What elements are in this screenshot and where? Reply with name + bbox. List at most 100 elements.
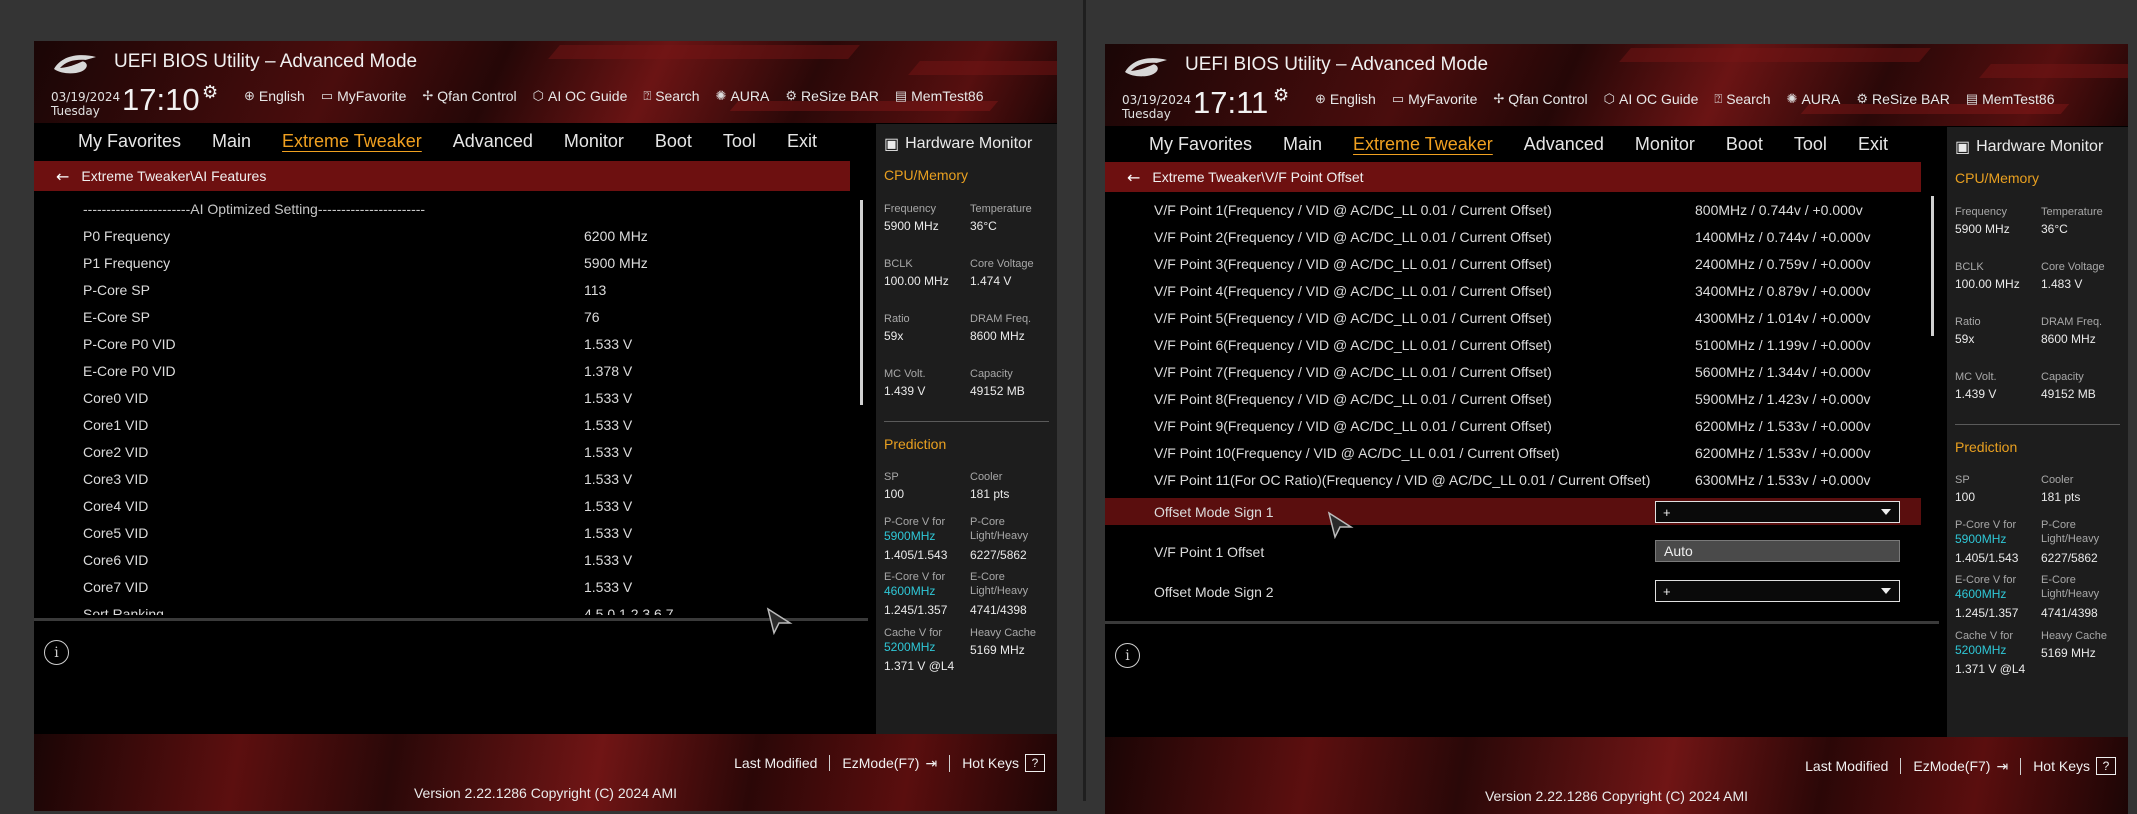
menu-advanced[interactable]: Advanced (453, 131, 533, 152)
gear-icon[interactable]: ⚙ (202, 82, 218, 103)
tool-memtest[interactable]: ▤ MemTest86 (895, 88, 984, 104)
last-modified-button[interactable]: Last Modified (1793, 758, 1902, 774)
vf-point-1-offset-input[interactable]: Auto (1655, 540, 1900, 562)
list-item[interactable]: Core4 VID 1.533 V (34, 492, 850, 519)
menu-extreme-tweaker[interactable]: Extreme Tweaker (1353, 134, 1493, 155)
tool-memtest[interactable]: ▤ MemTest86 (1966, 91, 2055, 107)
tool-myfavorite[interactable]: ▭ MyFavorite (321, 88, 407, 104)
back-arrow-icon[interactable]: ← (56, 167, 69, 186)
settings-list: -----------------------AI Optimized Sett… (34, 195, 850, 616)
list-item[interactable]: P-Core SP 113 (34, 276, 850, 303)
bios-screen-right: UEFI BIOS Utility – Advanced Mode 03/19/… (1105, 44, 2128, 814)
date-display: 03/19/2024 Tuesday (51, 90, 121, 118)
list-item[interactable]: V/F Point 8(Frequency / VID @ AC/DC_LL 0… (1105, 385, 1921, 412)
hardware-monitor-title: ▣ Hardware Monitor (1955, 138, 2104, 156)
footer: Last Modified EzMode(F7) ⇥ Hot Keys? Vers… (1105, 737, 2128, 814)
info-icon: i (1115, 643, 1140, 668)
list-item[interactable]: V/F Point 2(Frequency / VID @ AC/DC_LL 0… (1105, 223, 1921, 250)
list-item[interactable]: V/F Point 9(Frequency / VID @ AC/DC_LL 0… (1105, 412, 1921, 439)
menu-extreme-tweaker[interactable]: Extreme Tweaker (282, 131, 422, 152)
menu-main[interactable]: Main (212, 131, 251, 152)
tool-search[interactable]: ⍰ Search (643, 88, 699, 104)
list-item[interactable]: P0 Frequency 6200 MHz (34, 222, 850, 249)
menu-tool[interactable]: Tool (723, 131, 756, 152)
gear-icon[interactable]: ⚙ (1273, 85, 1289, 106)
menu-my-favorites[interactable]: My Favorites (78, 131, 181, 152)
menu-advanced[interactable]: Advanced (1524, 134, 1604, 155)
list-item[interactable]: P-Core P0 VID 1.533 V (34, 330, 850, 357)
list-item[interactable]: V/F Point 10(Frequency / VID @ AC/DC_LL … (1105, 439, 1921, 466)
list-item[interactable]: Sort Ranking 4 5 0 1 2 3 6 7 (34, 600, 850, 616)
globe-icon: ⊕ (244, 88, 255, 103)
list-item[interactable]: V/F Point 7(Frequency / VID @ AC/DC_LL 0… (1105, 358, 1921, 385)
date-display: 03/19/2024 Tuesday (1122, 93, 1192, 121)
tool-ai-oc-guide[interactable]: ⬡ AI OC Guide (533, 88, 628, 104)
hotkeys-button[interactable]: Hot Keys? (950, 754, 1045, 772)
offset-mode-sign-2-dropdown[interactable]: + (1655, 580, 1900, 602)
tool-english[interactable]: ⊕ English (244, 88, 305, 104)
exit-arrow-icon: ⇥ (925, 754, 938, 771)
cpu-memory-section: CPU/Memory (884, 167, 969, 183)
screenshot-divider (1083, 0, 1086, 801)
list-item[interactable]: P1 Frequency 5900 MHz (34, 249, 850, 276)
menu-exit[interactable]: Exit (787, 131, 817, 152)
list-item[interactable]: Core0 VID 1.533 V (34, 384, 850, 411)
breadcrumb: ← Extreme Tweaker\AI Features (34, 161, 850, 191)
tool-english[interactable]: ⊕ English (1315, 91, 1376, 107)
menu-boot[interactable]: Boot (1726, 134, 1763, 155)
tool-resize-bar[interactable]: ⚙ ReSize BAR (1856, 91, 1949, 107)
list-item[interactable]: Core2 VID 1.533 V (34, 438, 850, 465)
last-modified-button[interactable]: Last Modified (722, 755, 831, 771)
tool-search[interactable]: ⍰ Search (1714, 91, 1770, 107)
tool-aura[interactable]: ✺ AURA (716, 88, 770, 104)
hardware-monitor: ▣ Hardware Monitor CPU/Memory Frequency 5… (1947, 127, 2128, 737)
footer: Last Modified EzMode(F7) ⇥ Hot Keys? Vers… (34, 734, 1057, 811)
scrollbar[interactable] (1931, 196, 1934, 336)
list-item[interactable]: E-Core P0 VID 1.378 V (34, 357, 850, 384)
tool-ai-oc-guide[interactable]: ⬡ AI OC Guide (1604, 91, 1699, 107)
tool-qfan[interactable]: ✢ Qfan Control (1493, 91, 1587, 107)
cpu-memory-section: CPU/Memory (1955, 170, 2040, 186)
list-item[interactable]: Core3 VID 1.533 V (34, 465, 850, 492)
hotkeys-button[interactable]: Hot Keys? (2021, 757, 2116, 775)
list-item[interactable]: Core1 VID 1.533 V (34, 411, 850, 438)
list-item[interactable]: V/F Point 3(Frequency / VID @ AC/DC_LL 0… (1105, 250, 1921, 277)
info-icon: i (44, 640, 69, 665)
header: UEFI BIOS Utility – Advanced Mode 03/19/… (34, 41, 1057, 123)
monitor-icon: ▣ (884, 136, 900, 153)
tool-myfavorite[interactable]: ▭ MyFavorite (1392, 91, 1478, 107)
ezmode-button[interactable]: EzMode(F7) ⇥ (830, 754, 951, 772)
fan-icon: ✢ (422, 88, 434, 103)
rog-logo-icon (54, 55, 96, 74)
main-menu: My Favorites Main Extreme Tweaker Advanc… (1105, 127, 1935, 161)
list-item[interactable]: Core6 VID 1.533 V (34, 546, 850, 573)
offset-mode-sign-1-dropdown[interactable]: + (1655, 501, 1900, 523)
menu-tool[interactable]: Tool (1794, 134, 1827, 155)
tool-qfan[interactable]: ✢ Qfan Control (422, 88, 516, 104)
list-item[interactable]: V/F Point 1(Frequency / VID @ AC/DC_LL 0… (1105, 196, 1921, 223)
menu-my-favorites[interactable]: My Favorites (1149, 134, 1252, 155)
back-arrow-icon[interactable]: ← (1127, 168, 1140, 187)
list-item[interactable]: V/F Point 4(Frequency / VID @ AC/DC_LL 0… (1105, 277, 1921, 304)
menu-boot[interactable]: Boot (655, 131, 692, 152)
list-item[interactable]: V/F Point 11(For OC Ratio)(Frequency / V… (1105, 466, 1921, 493)
menu-exit[interactable]: Exit (1858, 134, 1888, 155)
list-item[interactable]: Core7 VID 1.533 V (34, 573, 850, 600)
main-menu: My Favorites Main Extreme Tweaker Advanc… (34, 124, 864, 158)
app-title: UEFI BIOS Utility – Advanced Mode (114, 51, 418, 72)
version-text: Version 2.22.1286 Copyright (C) 2024 AMI (1484, 788, 1749, 804)
tool-aura[interactable]: ✺ AURA (1787, 91, 1841, 107)
menu-monitor[interactable]: Monitor (564, 131, 624, 152)
ai-icon: ⬡ (532, 88, 544, 103)
vf-point-list: V/F Point 1(Frequency / VID @ AC/DC_LL 0… (1105, 196, 1921, 616)
tool-resize-bar[interactable]: ⚙ ReSize BAR (785, 88, 878, 104)
ezmode-button[interactable]: EzMode(F7) ⇥ (1901, 757, 2022, 775)
scrollbar[interactable] (860, 200, 863, 405)
menu-monitor[interactable]: Monitor (1635, 134, 1695, 155)
list-item[interactable]: V/F Point 6(Frequency / VID @ AC/DC_LL 0… (1105, 331, 1921, 358)
list-item[interactable]: V/F Point 5(Frequency / VID @ AC/DC_LL 0… (1105, 304, 1921, 331)
list-item[interactable]: E-Core SP 76 (34, 303, 850, 330)
list-item[interactable]: Core5 VID 1.533 V (34, 519, 850, 546)
header: UEFI BIOS Utility – Advanced Mode 03/19/… (1105, 44, 2128, 126)
menu-main[interactable]: Main (1283, 134, 1322, 155)
